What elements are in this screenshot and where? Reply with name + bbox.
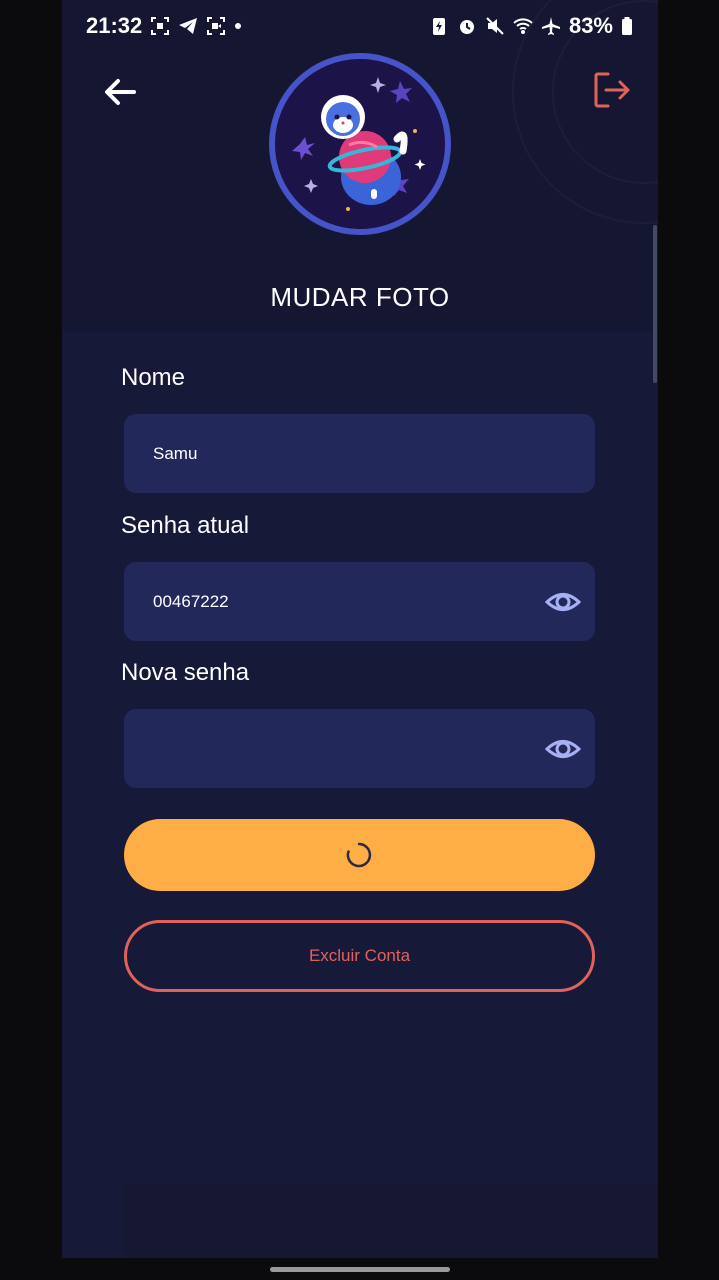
- telegram-icon: [179, 18, 198, 34]
- battery-icon: [622, 17, 632, 35]
- wifi-icon: [513, 18, 533, 34]
- loading-spinner-icon: [346, 842, 372, 868]
- status-left: 21:32: [86, 13, 242, 39]
- name-label: Nome: [121, 364, 186, 391]
- eye-icon[interactable]: [545, 584, 581, 620]
- new-password-field-box[interactable]: [124, 709, 595, 788]
- new-password-label: Nova senha: [121, 659, 250, 686]
- screenshot-icon: [151, 17, 170, 35]
- logout-icon[interactable]: [590, 68, 634, 112]
- name-field-box[interactable]: [124, 414, 595, 493]
- alarm-icon: [459, 20, 474, 34]
- bottom-band: [124, 1184, 658, 1258]
- screen-record-icon: [207, 17, 226, 35]
- battery-percent: 83%: [568, 13, 613, 38]
- current-password-input[interactable]: [153, 591, 523, 612]
- change-photo-button[interactable]: MUDAR FOTO: [62, 282, 658, 313]
- current-password-label: Senha atual: [121, 512, 250, 539]
- new-password-input[interactable]: [153, 738, 523, 759]
- delete-account-button[interactable]: Excluir Conta: [124, 920, 595, 992]
- battery-saver-icon: [432, 18, 445, 35]
- profile-avatar[interactable]: [269, 53, 451, 235]
- home-indicator[interactable]: [270, 1267, 450, 1272]
- status-time: 21:32: [86, 13, 143, 38]
- current-password-field-box[interactable]: [124, 562, 595, 641]
- name-input[interactable]: [153, 443, 523, 464]
- mute-icon: [486, 17, 504, 35]
- delete-account-label: Excluir Conta: [308, 946, 411, 965]
- scrollbar-thumb[interactable]: [653, 225, 657, 383]
- astronaut-cat-illustration: [275, 59, 445, 229]
- status-right: 83%: [429, 13, 633, 39]
- save-button[interactable]: [124, 819, 595, 891]
- status-bar: 21:32 83%: [0, 0, 719, 52]
- notification-dot-icon: [235, 23, 242, 29]
- eye-icon[interactable]: [545, 731, 581, 767]
- arrow-left-icon[interactable]: [100, 72, 140, 112]
- airplane-mode-icon: [541, 17, 560, 35]
